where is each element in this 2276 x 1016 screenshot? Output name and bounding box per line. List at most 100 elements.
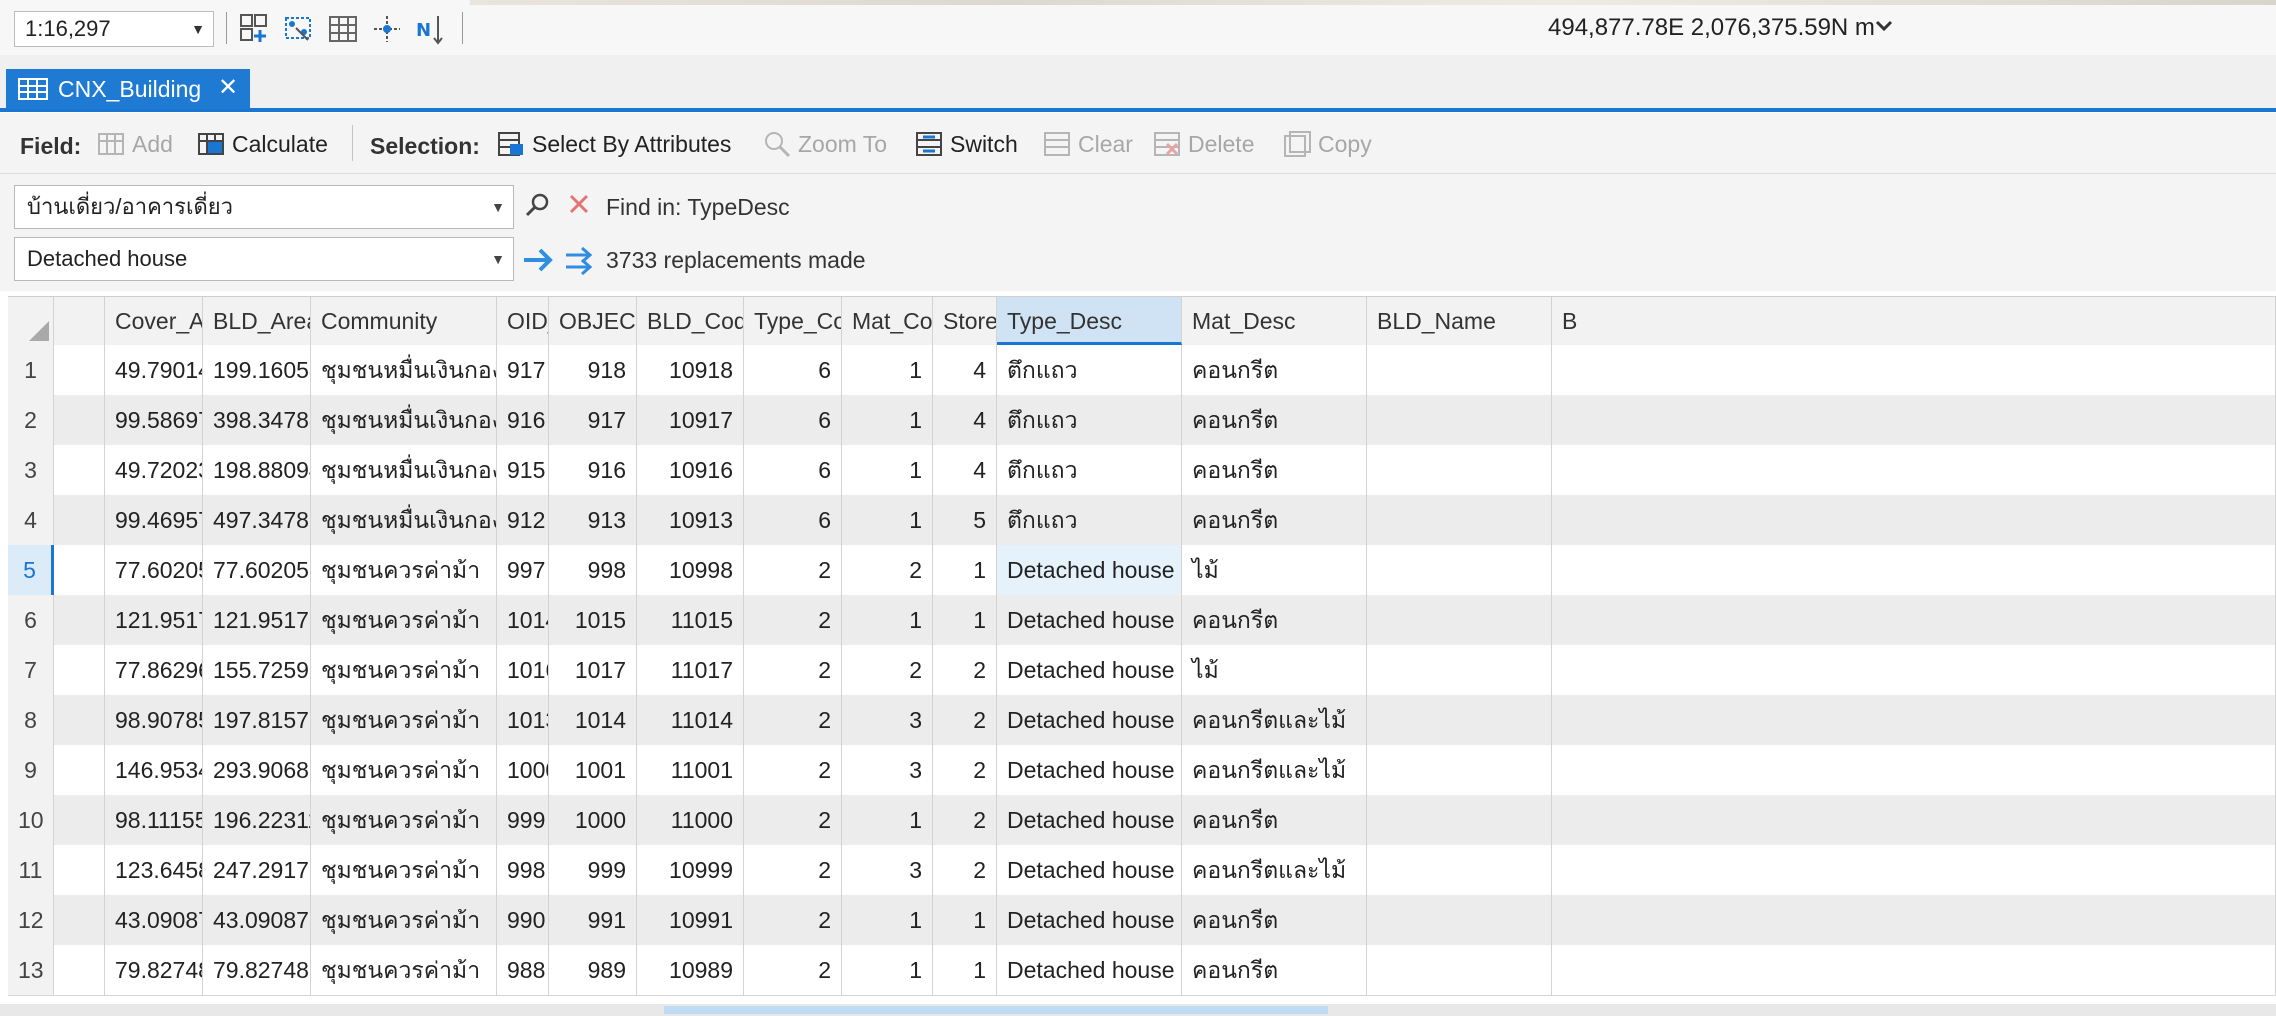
cell-type-code[interactable]: 2 <box>744 845 842 895</box>
row-blank-cell[interactable] <box>54 795 105 845</box>
cell-cover-area[interactable]: 99.586972 <box>105 395 203 445</box>
cell-community[interactable]: ชุมชนควรค่าม้า <box>311 745 497 795</box>
cell-bld-code[interactable]: 11017 <box>637 645 744 695</box>
add-field-button[interactable]: Add <box>96 127 173 161</box>
cell-bld-name[interactable] <box>1367 895 1552 945</box>
cell-bld-area[interactable]: 293.906894 <box>203 745 311 795</box>
column-header-bld-area[interactable]: BLD_Area <box>203 297 311 345</box>
cell-oid[interactable]: 915 <box>497 445 549 495</box>
cell-objectid[interactable]: 1017 <box>549 645 637 695</box>
select-features-icon[interactable] <box>282 12 316 46</box>
row-number[interactable]: 4 <box>8 495 54 545</box>
cell-objectid[interactable]: 1014 <box>549 695 637 745</box>
cell-bld-code[interactable]: 11015 <box>637 595 744 645</box>
cell-community[interactable]: ชุมชนควรค่าม้า <box>311 545 497 595</box>
cell-mat-code[interactable]: 1 <box>842 795 933 845</box>
cell-oid[interactable]: 1014 <box>497 595 549 645</box>
table-row[interactable]: 7 77.862965155.72593ชุมชนควรค่าม้า1016101… <box>8 645 2276 696</box>
row-blank-cell[interactable] <box>54 445 105 495</box>
cell-mat-code[interactable]: 3 <box>842 845 933 895</box>
cell-bld-name[interactable] <box>1367 945 1552 995</box>
row-number[interactable]: 8 <box>8 695 54 745</box>
row-number[interactable]: 12 <box>8 895 54 945</box>
cell-b[interactable] <box>1552 395 2276 445</box>
cell-bld-area[interactable]: 247.291758 <box>203 845 311 895</box>
cell-cover-area[interactable]: 43.090873 <box>105 895 203 945</box>
cell-bld-area[interactable]: 155.72593 <box>203 645 311 695</box>
cell-type-code[interactable]: 6 <box>744 345 842 395</box>
row-number[interactable]: 6 <box>8 595 54 645</box>
cell-community[interactable]: ชุมชนควรค่าม้า <box>311 795 497 845</box>
row-blank-cell[interactable] <box>54 845 105 895</box>
row-number[interactable]: 13 <box>8 945 54 995</box>
cell-b[interactable] <box>1552 845 2276 895</box>
cell-mat-code[interactable]: 1 <box>842 395 933 445</box>
cell-cover-area[interactable]: 77.862965 <box>105 645 203 695</box>
column-header-mat-code[interactable]: Mat_Code <box>842 297 933 345</box>
cell-mat-desc[interactable]: คอนกรีต <box>1182 445 1367 495</box>
cell-bld-code[interactable]: 10991 <box>637 895 744 945</box>
cell-mat-code[interactable]: 1 <box>842 345 933 395</box>
column-header-b[interactable]: B <box>1552 297 2276 345</box>
cell-cover-area[interactable]: 99.469575 <box>105 495 203 545</box>
row-blank-cell[interactable] <box>54 895 105 945</box>
cell-storey[interactable]: 2 <box>933 845 997 895</box>
cell-storey[interactable]: 1 <box>933 595 997 645</box>
select-by-attributes-button[interactable]: Select By Attributes <box>496 127 731 161</box>
cell-cover-area[interactable]: 49.720237 <box>105 445 203 495</box>
cell-oid[interactable]: 998 <box>497 845 549 895</box>
cell-mat-code[interactable]: 3 <box>842 695 933 745</box>
cell-bld-area[interactable]: 77.60205 <box>203 545 311 595</box>
cell-bld-area[interactable]: 199.160589 <box>203 345 311 395</box>
cell-type-code[interactable]: 6 <box>744 395 842 445</box>
cell-bld-name[interactable] <box>1367 645 1552 695</box>
cell-cover-area[interactable]: 98.907858 <box>105 695 203 745</box>
cell-type-desc[interactable]: Detached house <box>997 595 1182 645</box>
cell-bld-name[interactable] <box>1367 445 1552 495</box>
cell-bld-area[interactable]: 398.347889 <box>203 395 311 445</box>
table-row[interactable]: 8 98.907858197.815716ชุมชนควรค่าม้า101310… <box>8 695 2276 746</box>
cell-mat-code[interactable]: 1 <box>842 445 933 495</box>
cell-community[interactable]: ชุมชนควรค่าม้า <box>311 695 497 745</box>
cell-cover-area[interactable]: 49.790147 <box>105 345 203 395</box>
cell-bld-area[interactable]: 497.347877 <box>203 495 311 545</box>
cell-mat-desc[interactable]: คอนกรีต <box>1182 795 1367 845</box>
cell-mat-desc[interactable]: คอนกรีตและไม้ <box>1182 695 1367 745</box>
row-number[interactable]: 3 <box>8 445 54 495</box>
cell-type-code[interactable]: 2 <box>744 895 842 945</box>
cell-bld-name[interactable] <box>1367 345 1552 395</box>
column-header-bld-code[interactable]: BLD_Code_1 <box>637 297 744 345</box>
cell-type-desc[interactable]: Detached house <box>997 945 1182 995</box>
cell-b[interactable] <box>1552 695 2276 745</box>
cell-mat-code[interactable]: 2 <box>842 545 933 595</box>
select-all-corner[interactable] <box>8 297 54 345</box>
cell-bld-code[interactable]: 10916 <box>637 445 744 495</box>
cell-bld-code[interactable]: 11000 <box>637 795 744 845</box>
cell-type-code[interactable]: 6 <box>744 495 842 545</box>
cell-mat-desc[interactable]: คอนกรีต <box>1182 495 1367 545</box>
cell-mat-desc[interactable]: ไม้ <box>1182 545 1367 595</box>
cell-mat-code[interactable]: 1 <box>842 595 933 645</box>
cell-type-desc[interactable]: Detached house <box>997 895 1182 945</box>
replace-icon[interactable] <box>522 245 556 275</box>
cell-type-code[interactable]: 2 <box>744 795 842 845</box>
cell-storey[interactable]: 1 <box>933 945 997 995</box>
column-header-bld-name[interactable]: BLD_Name <box>1367 297 1552 345</box>
cell-bld-name[interactable] <box>1367 395 1552 445</box>
cell-bld-code[interactable]: 10913 <box>637 495 744 545</box>
cell-storey[interactable]: 2 <box>933 745 997 795</box>
chevron-down-icon[interactable] <box>1872 14 1896 38</box>
column-header-objectid[interactable]: OBJECTID <box>549 297 637 345</box>
cell-type-desc[interactable]: Detached house <box>997 545 1182 595</box>
row-blank-cell[interactable] <box>54 645 105 695</box>
table-row[interactable]: 9146.953447293.906894ชุมชนควรค่าม้า10001… <box>8 745 2276 796</box>
cell-type-code[interactable]: 2 <box>744 695 842 745</box>
cell-objectid[interactable]: 917 <box>549 395 637 445</box>
chevron-down-icon[interactable]: ▼ <box>491 186 505 228</box>
scale-dropdown[interactable]: 1:16,297 ▼ <box>14 11 214 47</box>
column-header-type-code[interactable]: Type_Code <box>744 297 842 345</box>
cell-mat-desc[interactable]: คอนกรีตและไม้ <box>1182 845 1367 895</box>
row-blank-cell[interactable] <box>54 545 105 595</box>
cell-storey[interactable]: 5 <box>933 495 997 545</box>
cell-bld-code[interactable]: 10998 <box>637 545 744 595</box>
